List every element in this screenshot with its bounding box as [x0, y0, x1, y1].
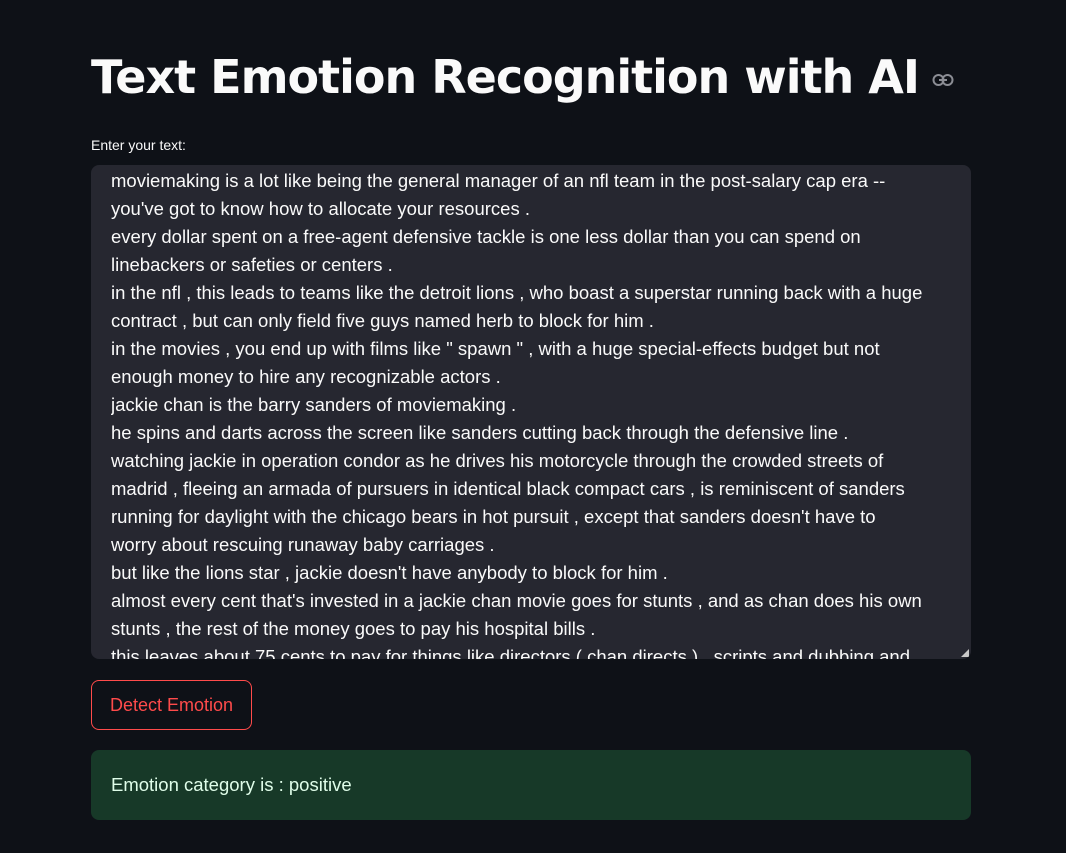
text-input-label: Enter your text:: [91, 137, 186, 153]
link-icon[interactable]: [931, 68, 955, 92]
text-lines: moviemaking is a lot like being the gene…: [111, 167, 956, 659]
title-row: Text Emotion Recognition with AI: [91, 48, 955, 106]
text-line: this leaves about 75 cents to pay for th…: [111, 646, 911, 659]
text-line: linebackers or safeties or centers .: [111, 254, 393, 275]
page-title: Text Emotion Recognition with AI: [91, 50, 920, 104]
text-line: in the nfl , this leads to teams like th…: [111, 282, 923, 303]
text-line: moviemaking is a lot like being the gene…: [111, 170, 886, 191]
text-line: every dollar spent on a free-agent defen…: [111, 226, 861, 247]
result-alert: Emotion category is : positive: [91, 750, 971, 820]
text-line: jackie chan is the barry sanders of movi…: [111, 394, 517, 415]
text-line: enough money to hire any recognizable ac…: [111, 366, 501, 387]
text-input-area[interactable]: moviemaking is a lot like being the gene…: [91, 165, 971, 659]
text-input-content[interactable]: moviemaking is a lot like being the gene…: [111, 165, 956, 659]
text-line: almost every cent that's invested in a j…: [111, 590, 922, 611]
text-line: stunts , the rest of the money goes to p…: [111, 618, 596, 639]
text-line: he spins and darts across the screen lik…: [111, 422, 849, 443]
text-line: contract , but can only field five guys …: [111, 310, 654, 331]
text-line: running for daylight with the chicago be…: [111, 506, 876, 527]
text-line: watching jackie in operation condor as h…: [111, 450, 884, 471]
text-line: worry about rescuing runaway baby carria…: [111, 534, 495, 555]
text-line: but like the lions star , jackie doesn't…: [111, 562, 668, 583]
text-line: you've got to know how to allocate your …: [111, 198, 530, 219]
result-text: Emotion category is : positive: [111, 774, 352, 795]
text-line: madrid , fleeing an armada of pursuers i…: [111, 478, 905, 499]
detect-emotion-button[interactable]: Detect Emotion: [91, 680, 252, 730]
resize-handle-icon[interactable]: [961, 649, 969, 657]
text-line: in the movies , you end up with films li…: [111, 338, 880, 359]
